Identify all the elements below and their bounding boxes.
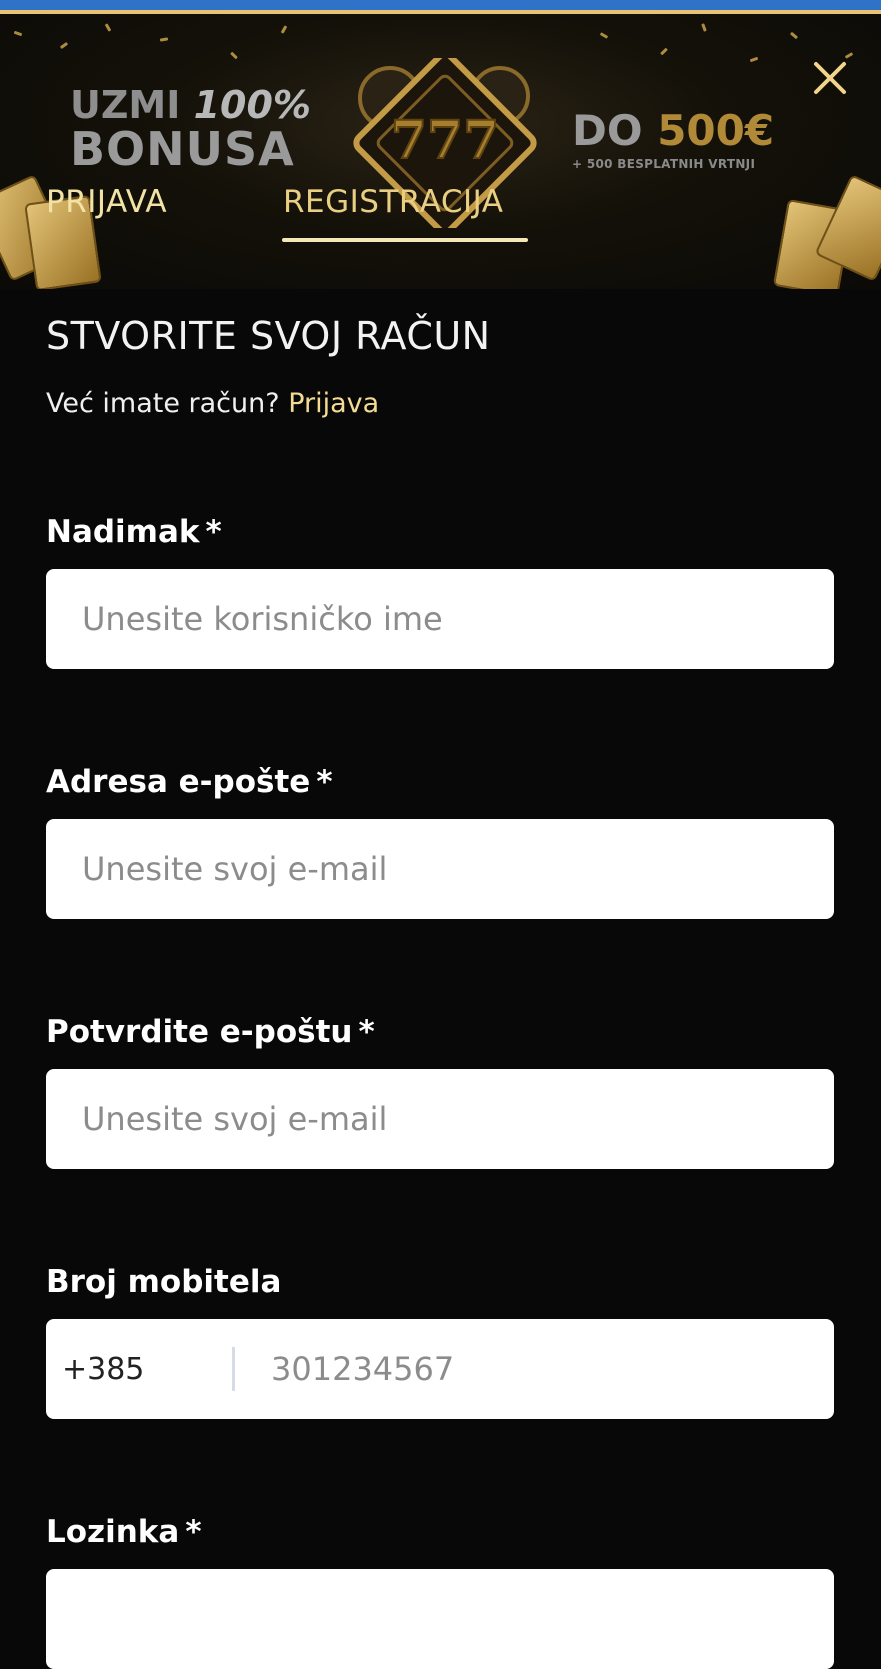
confetti-deco [104, 23, 112, 32]
email-input[interactable] [46, 819, 834, 919]
login-link[interactable]: Prijava [288, 388, 379, 419]
slot-777-text: 777 [391, 110, 500, 171]
nickname-input[interactable] [46, 569, 834, 669]
required-mark: * [316, 764, 333, 800]
email-label-text: Adresa e-pošte [46, 764, 311, 800]
confetti-deco [13, 30, 23, 37]
page-title: STVORITE SVOJ RAČUN [46, 314, 491, 358]
confetti-deco [660, 47, 668, 56]
confetti-deco [749, 56, 759, 63]
promo-banner: UZMI 100% BONUSA 777 DO 500€ + 500 BESPL… [0, 14, 881, 289]
confetti-deco [159, 37, 169, 42]
confetti-deco [789, 31, 799, 40]
confetti-deco [599, 32, 609, 39]
required-mark: * [185, 1514, 202, 1550]
confetti-deco [701, 23, 707, 32]
email-confirm-label: Potvrdite e-poštu * [46, 1014, 375, 1050]
confetti-deco [280, 25, 288, 34]
nickname-label: Nadimak * [46, 514, 222, 550]
login-prompt-text: Već imate račun? [46, 388, 280, 419]
tab-login[interactable]: PRIJAVA [46, 184, 167, 220]
login-prompt: Već imate račun? Prijava [46, 388, 379, 419]
promo-right-b: 500€ [657, 106, 775, 155]
password-input[interactable] [46, 1569, 834, 1669]
close-icon [814, 62, 846, 94]
email-confirm-input[interactable] [46, 1069, 834, 1169]
password-label: Lozinka * [46, 1514, 202, 1550]
phone-label: Broj mobitela [46, 1264, 281, 1300]
promo-line1-b: 100% [193, 83, 312, 127]
phone-country-code-select[interactable]: +385 [46, 1352, 232, 1387]
required-mark: * [205, 514, 222, 550]
email-label: Adresa e-pošte * [46, 764, 333, 800]
phone-input[interactable] [235, 1318, 834, 1420]
phone-field: +385 [46, 1318, 834, 1420]
confetti-deco [230, 51, 238, 60]
tab-register-underline [282, 238, 528, 242]
close-button[interactable] [808, 56, 852, 100]
top-status-bar [0, 0, 881, 10]
promo-right-a: DO [572, 106, 643, 155]
tab-register[interactable]: REGISTRACIJA [283, 184, 503, 220]
phone-label-text: Broj mobitela [46, 1264, 282, 1300]
password-label-text: Lozinka [46, 1514, 180, 1550]
promo-line2: BONUSA [70, 122, 295, 176]
confetti-deco [59, 41, 69, 50]
promo-right-small: + 500 BESPLATNIH VRTNJI [572, 157, 756, 171]
promo-bonus-text: UZMI 100% BONUSA [70, 86, 311, 172]
email-confirm-label-text: Potvrdite e-poštu [46, 1014, 353, 1050]
required-mark: * [358, 1014, 375, 1050]
promo-amount-text: DO 500€ + 500 BESPLATNIH VRTNJI [572, 110, 774, 171]
nickname-label-text: Nadimak [46, 514, 200, 550]
promo-line1-a: UZMI [70, 83, 181, 127]
